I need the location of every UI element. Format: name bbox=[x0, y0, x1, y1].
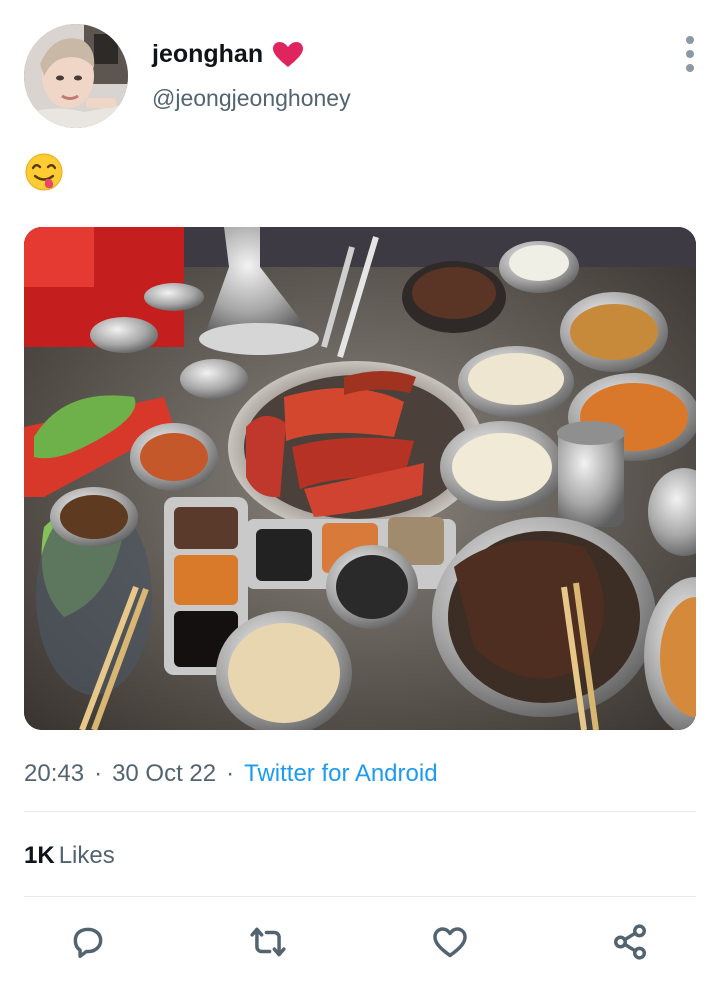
face-savoring-food-icon bbox=[25, 153, 63, 191]
likes-count: 1K bbox=[24, 842, 55, 869]
like-button[interactable] bbox=[428, 920, 472, 964]
divider bbox=[24, 896, 696, 897]
user-handle[interactable]: @jeongjeonghoney bbox=[152, 85, 351, 112]
tweet-text bbox=[24, 152, 64, 192]
display-name[interactable]: jeonghan bbox=[152, 40, 304, 69]
heart-outline-icon bbox=[433, 927, 467, 958]
divider bbox=[24, 811, 696, 812]
avatar[interactable] bbox=[24, 24, 128, 128]
likes-label: Likes bbox=[58, 842, 115, 869]
tweet-source-link[interactable]: Twitter for Android bbox=[244, 760, 437, 787]
display-name-text[interactable]: jeonghan bbox=[152, 40, 263, 69]
meta-separator: · bbox=[94, 760, 103, 787]
tweet-date[interactable]: 30 Oct 22 bbox=[112, 760, 216, 787]
retweet-icon bbox=[250, 927, 286, 957]
korean-bbq-photo bbox=[24, 227, 696, 730]
tweet-image[interactable] bbox=[24, 227, 696, 730]
reply-button[interactable] bbox=[66, 920, 110, 964]
share-icon bbox=[614, 924, 646, 960]
more-options-icon[interactable] bbox=[680, 36, 700, 72]
heart-icon bbox=[273, 41, 304, 68]
reply-icon bbox=[73, 927, 103, 958]
share-button[interactable] bbox=[608, 920, 652, 964]
retweet-button[interactable] bbox=[246, 920, 290, 964]
meta-separator: · bbox=[226, 760, 235, 787]
tweet-time[interactable]: 20:43 bbox=[24, 760, 84, 787]
avatar-image bbox=[24, 24, 128, 128]
likes-stat[interactable]: 1K Likes bbox=[24, 842, 115, 870]
tweet-meta: 20:43 · 30 Oct 22 · Twitter for Android bbox=[24, 760, 438, 788]
